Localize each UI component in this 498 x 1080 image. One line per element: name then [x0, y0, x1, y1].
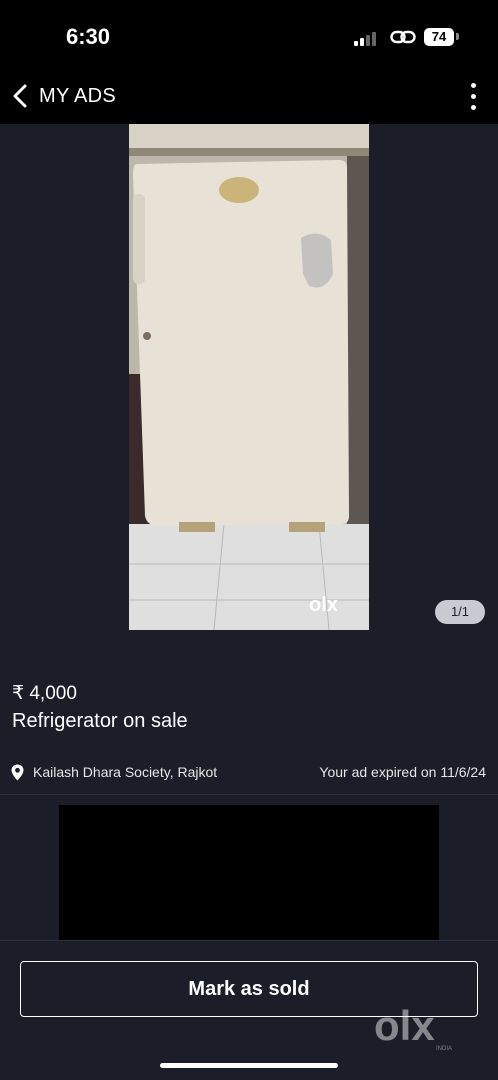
ad-expiry-status: Your ad expired on 11/6/24 [319, 764, 486, 780]
photo-counter: 1/1 [435, 600, 485, 624]
ad-photo[interactable]: olx [129, 124, 369, 630]
ad-title: Refrigerator on sale [12, 710, 188, 732]
battery-tip [456, 33, 459, 40]
page-title: MY ADS [39, 85, 117, 107]
olx-logo-watermark: olx INDIA [374, 1004, 452, 1052]
vertical-ellipsis-icon[interactable] [466, 82, 482, 112]
ad-location: Kailash Dhara Society, Rajkot [33, 764, 218, 780]
olx-watermark-text: olx [374, 1004, 435, 1049]
home-indicator[interactable] [160, 1063, 338, 1068]
signal-icon [354, 30, 380, 46]
status-time: 6:30 [66, 24, 111, 49]
content-block [59, 805, 439, 941]
ad-price: ₹ 4,000 [12, 683, 77, 704]
photo-watermark: olx [309, 594, 338, 616]
refrigerator-image: olx [129, 124, 369, 630]
chevron-left-icon[interactable] [10, 83, 32, 109]
status-bar: 6:30 74 [0, 0, 498, 70]
battery-icon: 74 [424, 28, 454, 46]
nav-bar: MY ADS [0, 70, 498, 124]
location-pin-icon [11, 764, 24, 781]
link-icon [390, 30, 416, 44]
divider [0, 794, 498, 795]
olx-watermark-sub: INDIA [436, 1046, 452, 1052]
